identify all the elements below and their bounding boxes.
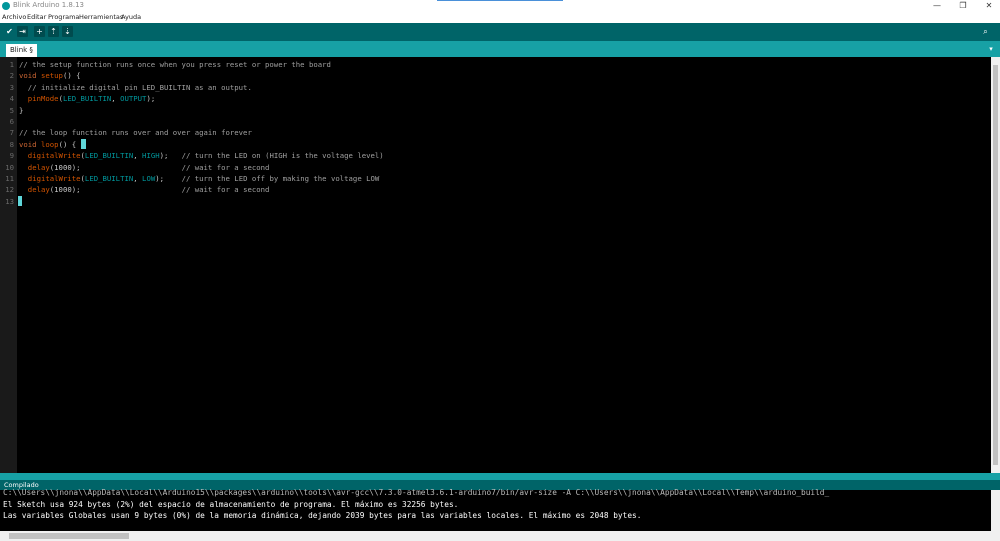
line-number: 11: [5, 173, 14, 183]
line-number: 12: [5, 185, 14, 195]
toolbar: ✔ ⇥ + ⇡ ⇣ ⌕: [0, 23, 1000, 41]
code-text: }: [19, 105, 24, 115]
code-text: pinMode(LED_BUILTIN, OUTPUT);: [27, 94, 156, 104]
arrow-up-icon: ⇡: [50, 27, 57, 36]
code-text: digitalWrite(LED_BUILTIN, LOW); // turn …: [27, 173, 380, 183]
window-title: Blink Arduino 1.8.13: [13, 1, 84, 9]
menu-herramientas[interactable]: Herramientas: [79, 13, 123, 21]
tab-menu-icon[interactable]: ▾: [986, 44, 996, 54]
editor-vertical-scrollbar[interactable]: [991, 57, 1000, 473]
maximize-button[interactable]: ❐: [955, 0, 971, 12]
console-horizontal-scrollbar[interactable]: [0, 531, 1000, 541]
check-icon: ✔: [6, 27, 13, 36]
plus-icon: +: [36, 27, 43, 36]
code-text: void loop() {: [19, 139, 77, 149]
code-text: // the setup function runs once when you…: [19, 60, 331, 69]
code-text: void setup() {: [19, 71, 81, 81]
line-number: 2: [9, 71, 14, 81]
line-number: 6: [9, 116, 14, 126]
tab-blink[interactable]: Blink §: [6, 44, 37, 57]
open-button[interactable]: ⇡: [48, 26, 59, 37]
line-number: 13: [5, 196, 14, 206]
console-line: Las variables Globales usan 9 bytes (0%)…: [3, 511, 642, 520]
line-number: 9: [9, 151, 14, 161]
code-text: // the loop function runs over and over …: [19, 128, 252, 138]
line-number: 4: [9, 94, 14, 104]
code-text: delay(1000); // wait for a second: [27, 185, 270, 195]
arrow-down-icon: ⇣: [64, 27, 71, 36]
menu-bar: Archivo Editar Programa Herramientas Ayu…: [0, 12, 1000, 23]
console-line: El Sketch usa 924 bytes (2%) del espacio…: [3, 500, 459, 509]
menu-programa[interactable]: Programa: [48, 13, 79, 21]
line-number: 3: [9, 82, 14, 92]
split-divider[interactable]: [0, 473, 1000, 480]
text-cursor: [18, 195, 22, 206]
scrollbar-thumb[interactable]: [993, 65, 998, 465]
line-number: 10: [5, 162, 14, 172]
minimize-button[interactable]: —: [929, 0, 945, 12]
line-number: 5: [9, 105, 14, 115]
arrow-right-icon: ⇥: [19, 27, 26, 36]
close-button[interactable]: ✕: [981, 0, 997, 12]
upload-button[interactable]: ⇥: [17, 26, 28, 37]
code-text: delay(1000); // wait for a second: [27, 162, 270, 172]
serial-monitor-button[interactable]: ⌕: [980, 26, 991, 37]
arduino-logo-icon: [2, 2, 10, 10]
save-button[interactable]: ⇣: [62, 26, 73, 37]
code-editor[interactable]: 1 // the setup function runs once when yo…: [0, 57, 991, 473]
new-button[interactable]: +: [34, 26, 45, 37]
console-line: C:\\Users\\jnona\\AppData\\Local\\Arduin…: [3, 488, 830, 497]
tabs-bar: Blink § ▾: [0, 41, 1000, 57]
line-number: 7: [9, 128, 14, 138]
line-number: 1: [9, 60, 14, 69]
console-output: C:\\Users\\jnona\\AppData\\Local\\Arduin…: [0, 488, 991, 531]
menu-editar[interactable]: Editar: [27, 13, 46, 21]
scrollbar-thumb[interactable]: [9, 533, 129, 539]
verify-button[interactable]: ✔: [4, 26, 15, 37]
line-number: 8: [9, 139, 14, 149]
code-text: // initialize digital pin LED_BUILTIN as…: [27, 82, 252, 92]
menu-archivo[interactable]: Archivo: [2, 13, 26, 21]
magnifier-icon: ⌕: [983, 27, 988, 36]
focus-indicator: [437, 0, 563, 1]
title-bar: Blink Arduino 1.8.13 — ❐ ✕: [0, 0, 1000, 12]
bracket-highlight: [81, 138, 86, 149]
menu-ayuda[interactable]: Ayuda: [121, 13, 141, 21]
console-vertical-scrollbar[interactable]: [991, 490, 1000, 531]
code-text: digitalWrite(LED_BUILTIN, HIGH); // turn…: [27, 151, 384, 161]
